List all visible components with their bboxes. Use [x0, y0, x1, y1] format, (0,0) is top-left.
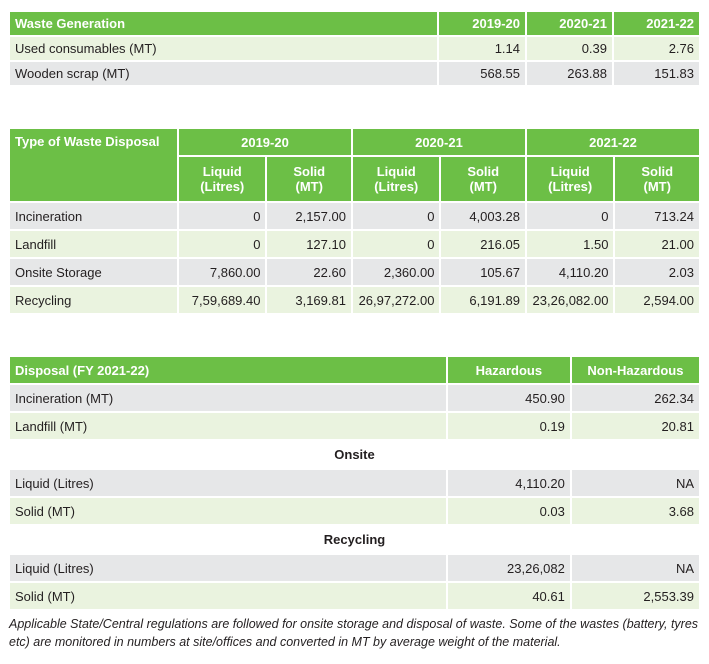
table-cell: NA: [571, 470, 699, 496]
subheader-solid: Solid (MT): [615, 157, 699, 201]
row-label: Landfill: [10, 231, 177, 257]
table-row: Wooden scrap (MT) 568.55 263.88 151.83: [10, 62, 699, 85]
table-row: Landfill (MT) 0.19 20.81: [10, 413, 699, 439]
table-header-row: Disposal (FY 2021-22) Hazardous Non-Haza…: [10, 357, 699, 383]
section-row-onsite: Onsite: [10, 441, 699, 468]
row-label: Onsite Storage: [10, 259, 177, 285]
row-label: Incineration: [10, 203, 177, 229]
table-cell: 0: [352, 231, 440, 257]
disposal-fy-table: Disposal (FY 2021-22) Hazardous Non-Haza…: [8, 355, 701, 611]
table-cell: 1.50: [526, 231, 614, 257]
section-heading: Recycling: [10, 526, 699, 553]
table-row: Used consumables (MT) 1.14 0.39 2.76: [10, 37, 699, 60]
column-header: Type of Waste Disposal: [10, 129, 177, 201]
subheader-solid: Solid (MT): [441, 157, 525, 201]
table-cell: 0.39: [527, 37, 612, 60]
table-cell: 263.88: [527, 62, 612, 85]
table-cell: 0: [178, 231, 266, 257]
subheader-liquid: Liquid (Litres): [178, 157, 266, 201]
subheader-solid: Solid (MT): [267, 157, 351, 201]
table-cell: 21.00: [615, 231, 699, 257]
table-cell: 20.81: [571, 413, 699, 439]
waste-generation-table: Waste Generation 2019-20 2020-21 2021-22…: [8, 10, 701, 87]
table-cell: 4,110.20: [526, 259, 614, 285]
table-header-row: Waste Generation 2019-20 2020-21 2021-22: [10, 12, 699, 35]
row-label: Solid (MT): [10, 583, 446, 609]
table-cell: 0: [352, 203, 440, 229]
table-cell: 151.83: [614, 62, 699, 85]
section-heading: Onsite: [10, 441, 699, 468]
table-cell: 3.68: [571, 498, 699, 524]
table-cell: 40.61: [447, 583, 570, 609]
column-header: 2021-22: [614, 12, 699, 35]
table-cell: 1.14: [439, 37, 525, 60]
column-header: Non-Hazardous: [571, 357, 699, 383]
table-row: Onsite Storage 7,860.00 22.60 2,360.00 1…: [10, 259, 699, 285]
table-cell: 2,553.39: [571, 583, 699, 609]
year-header: 2021-22: [526, 129, 699, 155]
table-cell: 6,191.89: [441, 287, 525, 313]
table-row: Liquid (Litres) 23,26,082 NA: [10, 555, 699, 581]
table-cell: 127.10: [267, 231, 351, 257]
table-row: Solid (MT) 40.61 2,553.39: [10, 583, 699, 609]
table-cell: 7,860.00: [178, 259, 266, 285]
table-cell: 713.24: [615, 203, 699, 229]
table-cell: 2.03: [615, 259, 699, 285]
table-cell: 4,003.28: [441, 203, 525, 229]
table-row: Incineration (MT) 450.90 262.34: [10, 385, 699, 411]
table-row: Incineration 0 2,157.00 0 4,003.28 0 713…: [10, 203, 699, 229]
table-cell: 262.34: [571, 385, 699, 411]
row-label: Solid (MT): [10, 498, 446, 524]
column-header: 2019-20: [439, 12, 525, 35]
row-label: Liquid (Litres): [10, 470, 446, 496]
table-cell: 2,360.00: [352, 259, 440, 285]
table-cell: 2,594.00: [615, 287, 699, 313]
table-row: Landfill 0 127.10 0 216.05 1.50 21.00: [10, 231, 699, 257]
subheader-liquid: Liquid (Litres): [352, 157, 440, 201]
section-row-recycling: Recycling: [10, 526, 699, 553]
table-cell: 7,59,689.40: [178, 287, 266, 313]
column-header: Hazardous: [447, 357, 570, 383]
table-cell: 23,26,082.00: [526, 287, 614, 313]
table-cell: 0: [526, 203, 614, 229]
table-cell: 216.05: [441, 231, 525, 257]
column-header: Waste Generation: [10, 12, 437, 35]
table-header-row: Type of Waste Disposal 2019-20 2020-21 2…: [10, 129, 699, 201]
table-cell: 3,169.81: [267, 287, 351, 313]
table-cell: 2,157.00: [267, 203, 351, 229]
column-header: 2020-21: [527, 12, 612, 35]
table-row: Recycling 7,59,689.40 3,169.81 26,97,272…: [10, 287, 699, 313]
table-row: Liquid (Litres) 4,110.20 NA: [10, 470, 699, 496]
table-cell: 568.55: [439, 62, 525, 85]
column-header: Disposal (FY 2021-22): [10, 357, 446, 383]
footnote: Applicable State/Central regulations are…: [9, 617, 699, 649]
table-cell: 4,110.20: [447, 470, 570, 496]
table-cell: 2.76: [614, 37, 699, 60]
table-cell: 26,97,272.00: [352, 287, 440, 313]
waste-disposal-type-table: Type of Waste Disposal 2019-20 2020-21 2…: [8, 127, 701, 315]
subheader-liquid: Liquid (Litres): [526, 157, 614, 201]
year-header: 2019-20: [178, 129, 351, 155]
table-cell: 22.60: [267, 259, 351, 285]
row-label: Incineration (MT): [10, 385, 446, 411]
year-header: 2020-21: [352, 129, 525, 155]
table-cell: 0.19: [447, 413, 570, 439]
row-label: Liquid (Litres): [10, 555, 446, 581]
row-label: Used consumables (MT): [10, 37, 437, 60]
table-cell: 450.90: [447, 385, 570, 411]
table-cell: 0: [178, 203, 266, 229]
table-cell: NA: [571, 555, 699, 581]
row-label: Landfill (MT): [10, 413, 446, 439]
table-row: Solid (MT) 0.03 3.68: [10, 498, 699, 524]
row-label: Wooden scrap (MT): [10, 62, 437, 85]
table-cell: 0.03: [447, 498, 570, 524]
table-cell: 105.67: [441, 259, 525, 285]
table-cell: 23,26,082: [447, 555, 570, 581]
row-label: Recycling: [10, 287, 177, 313]
